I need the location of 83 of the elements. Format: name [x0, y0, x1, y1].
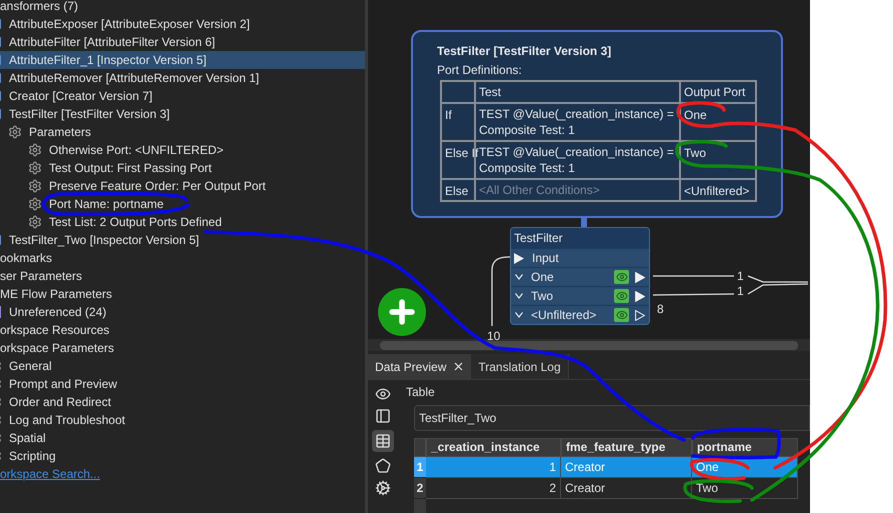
- tree-item[interactable]: Creator [Creator Version 7]: [0, 87, 152, 105]
- merged-connector: [747, 275, 808, 295]
- panel-tab[interactable]: Data Preview: [368, 354, 472, 379]
- table-cell: Creator: [561, 478, 692, 499]
- tree-item[interactable]: ookmarks: [0, 249, 52, 267]
- tree-item[interactable]: Test Output: First Passing Port: [0, 159, 212, 177]
- tree-item[interactable]: Unreferenced (24): [0, 303, 106, 321]
- row-number[interactable]: 2: [414, 478, 426, 498]
- tooltip-title: TestFilter [TestFilter Version 3]: [437, 43, 612, 60]
- eye-icon[interactable]: [614, 289, 629, 303]
- chevron-icon: [515, 312, 523, 318]
- column-header[interactable]: portname: [692, 438, 798, 457]
- column-header: Output Port: [680, 81, 756, 103]
- column-header[interactable]: fme_feature_type: [561, 438, 692, 457]
- column-header[interactable]: _creation_instance: [426, 438, 561, 457]
- tree-item[interactable]: AttributeFilter [AttributeFilter Version 6]: [0, 33, 216, 51]
- horizontal-scrollbar[interactable]: [368, 339, 810, 351]
- tree-item[interactable]: General: [0, 357, 52, 375]
- tree-item[interactable]: ME Flow Parameters: [0, 285, 112, 303]
- port-cell: Two: [680, 141, 756, 179]
- gear-icon: [28, 179, 42, 193]
- tree-item[interactable]: Order and Redirect: [0, 393, 112, 411]
- test-cell: TEST @Value(_creation_instance) = Composite Test: 1: [475, 103, 680, 141]
- table-cell: 2: [426, 478, 561, 499]
- tooltip-subtitle: Port Definitions:: [437, 62, 523, 79]
- tree-item[interactable]: TestFilter [TestFilter Version 3]: [0, 105, 170, 123]
- condition-cell: If: [441, 103, 475, 141]
- settings-icon[interactable]: [375, 480, 391, 496]
- panel-tab[interactable]: Translation Log: [471, 354, 569, 379]
- tree-item[interactable]: ansformers (7): [0, 0, 78, 15]
- tree-item[interactable]: Port Name: portname: [0, 195, 164, 213]
- transformer-node[interactable]: TestFilter Input One Two <Unfiltered>: [510, 227, 650, 325]
- source-field[interactable]: TestFilter_Two: [414, 405, 810, 431]
- node-title: TestFilter: [511, 228, 649, 248]
- condition-cell: Else: [441, 179, 475, 201]
- tree-item[interactable]: Scripting: [0, 447, 56, 465]
- tree-item[interactable]: TestFilter_Two [Inspector Version 5]: [0, 231, 200, 249]
- gear-icon: [28, 215, 42, 229]
- port-label: One: [531, 269, 555, 286]
- geometry-icon[interactable]: [375, 458, 391, 474]
- view-icon[interactable]: [375, 386, 391, 402]
- tree-item[interactable]: Test List: 2 Output Ports Defined: [0, 213, 222, 231]
- chevron-icon: [515, 274, 523, 280]
- tree-item[interactable]: Preserve Feature Order: Per Output Port: [0, 177, 266, 195]
- tree-item[interactable]: ser Parameters: [0, 267, 82, 285]
- port-cell: One: [680, 103, 756, 141]
- port-label: Two: [531, 288, 554, 305]
- port-cell: <Unfiltered>: [680, 179, 756, 201]
- close-icon[interactable]: [454, 362, 464, 371]
- tree-item[interactable]: Parameters: [0, 123, 92, 141]
- tree-item[interactable]: Spatial: [0, 429, 46, 447]
- tree-item[interactable]: AttributeExposer [AttributeExposer Version 2]: [0, 15, 250, 33]
- corner-cell: [414, 438, 426, 457]
- eye-icon[interactable]: [614, 308, 629, 322]
- port-label: <Unfiltered>: [531, 307, 598, 324]
- table-view-button[interactable]: [372, 430, 394, 452]
- tree-item[interactable]: Prompt and Preview: [0, 375, 118, 393]
- feature-count: 8: [657, 303, 664, 315]
- feature-count: 1: [737, 270, 744, 282]
- input-port-icon: [514, 252, 524, 264]
- feature-count: 10: [487, 328, 500, 345]
- port-label: Input: [532, 250, 559, 267]
- tree-item[interactable]: orkspace Parameters: [0, 339, 114, 357]
- layout-icon[interactable]: [375, 408, 391, 424]
- chevron-icon: [515, 293, 523, 299]
- tree-item[interactable]: Otherwise Port: <UNFILTERED>: [0, 141, 224, 159]
- tree-item[interactable]: orkspace Search...: [0, 465, 100, 483]
- table-cell: 1: [426, 457, 561, 478]
- gear-icon: [28, 161, 42, 175]
- test-cell: <All Other Conditions>: [475, 179, 680, 201]
- eye-icon[interactable]: [614, 270, 629, 284]
- column-header: Test: [475, 81, 680, 103]
- tree-item[interactable]: AttributeRemover [AttributeRemover Version 1]: [0, 69, 260, 87]
- gear-icon: [28, 143, 42, 157]
- tree-item[interactable]: AttributeFilter_1 [Inspector Version 5]: [0, 51, 365, 69]
- tree-item[interactable]: Log and Troubleshoot: [0, 411, 126, 429]
- gear-icon: [8, 125, 22, 139]
- add-button[interactable]: [378, 288, 426, 336]
- tree-item[interactable]: orkspace Resources: [0, 321, 110, 339]
- gear-icon: [28, 197, 42, 211]
- view-label: Table: [406, 384, 436, 401]
- feature-count: 1: [737, 285, 744, 297]
- table-cell: Creator: [561, 457, 692, 478]
